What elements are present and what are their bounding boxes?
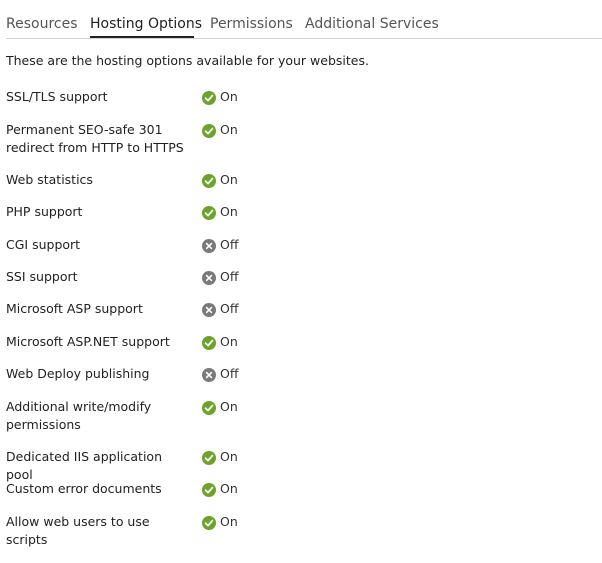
x-circle-icon — [202, 367, 216, 382]
option-label: Additional write/modify permissions — [6, 399, 152, 432]
option-status-text: On — [220, 449, 238, 464]
option-label: Microsoft ASP.NET support — [6, 334, 170, 349]
option-label: Allow web users to use scripts — [6, 514, 150, 547]
active-tab-indicator — [90, 36, 194, 38]
option-status: Off — [202, 301, 238, 317]
option-status-text: On — [220, 204, 238, 219]
option-status-text: On — [220, 334, 238, 349]
check-circle-icon — [202, 90, 216, 105]
option-label: PHP support — [6, 204, 83, 219]
tab-resources[interactable]: Resources — [6, 15, 78, 33]
option-label: Microsoft ASP support — [6, 301, 143, 316]
option-status: Off — [202, 366, 238, 382]
check-circle-icon — [202, 515, 216, 530]
option-status: On — [202, 449, 238, 465]
x-circle-icon — [202, 270, 216, 285]
option-status: On — [202, 399, 238, 415]
option-label: SSI support — [6, 269, 78, 284]
option-status: On — [202, 172, 238, 188]
x-circle-icon — [202, 302, 216, 317]
x-circle-icon — [202, 238, 216, 253]
option-status: On — [202, 122, 238, 138]
option-label: SSL/TLS support — [6, 89, 108, 104]
option-status-text: On — [220, 89, 238, 104]
option-status: Off — [202, 269, 238, 285]
check-circle-icon — [202, 450, 216, 465]
tab-additional-services[interactable]: Additional Services — [305, 15, 439, 33]
option-status-text: On — [220, 122, 238, 137]
check-circle-icon — [202, 482, 216, 497]
option-status-text: Off — [220, 366, 239, 381]
tab-hosting-options[interactable]: Hosting Options — [90, 15, 202, 33]
check-circle-icon — [202, 173, 216, 188]
option-label: Custom error documents — [6, 481, 162, 496]
option-status: Off — [202, 237, 238, 253]
option-status-text: Off — [220, 301, 239, 316]
check-circle-icon — [202, 205, 216, 220]
option-label: Permanent SEO-safe 301 redirect from HTT… — [6, 122, 184, 155]
option-status: On — [202, 204, 238, 220]
check-circle-icon — [202, 335, 216, 350]
option-status-text: On — [220, 514, 238, 529]
option-status-text: On — [220, 172, 238, 187]
option-label: CGI support — [6, 237, 81, 252]
option-label: Web statistics — [6, 172, 93, 187]
option-label: Web Deploy publishing — [6, 366, 150, 381]
option-status: On — [202, 481, 238, 497]
option-status-text: On — [220, 399, 238, 414]
option-status: On — [202, 514, 238, 530]
option-status-text: Off — [220, 237, 239, 252]
page-description: These are the hosting options available … — [6, 53, 369, 68]
option-status: On — [202, 89, 238, 105]
tab-bar: Resources Hosting Options Permissions Ad… — [6, 0, 602, 39]
option-status: On — [202, 334, 238, 350]
option-status-text: On — [220, 481, 238, 496]
check-circle-icon — [202, 400, 216, 415]
tab-permissions[interactable]: Permissions — [210, 15, 293, 33]
option-status-text: Off — [220, 269, 239, 284]
option-label: Dedicated IIS application pool — [6, 449, 162, 482]
check-circle-icon — [202, 123, 216, 138]
